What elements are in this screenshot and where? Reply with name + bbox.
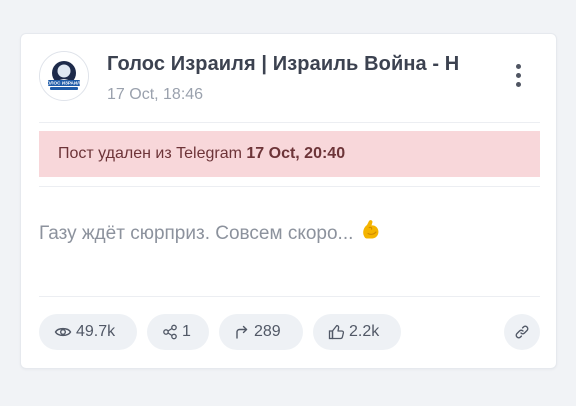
banner-divider	[39, 186, 540, 187]
deleted-at-time: 17 Oct, 20:40	[246, 145, 346, 162]
avatar-lettering: ГОЛОС ИЗРАИЛЯ	[44, 80, 83, 85]
deleted-notice-banner: Пост удален из Telegram 17 Oct, 20:40	[39, 131, 540, 177]
forwards-pill[interactable]: 289	[219, 314, 303, 350]
deleted-notice-text: Пост удален из Telegram	[58, 145, 242, 162]
channel-title[interactable]: Голос Израиля | Израиль Война - Н	[107, 53, 502, 76]
forward-arrow-icon	[236, 325, 248, 339]
forwards-count: 289	[254, 323, 281, 340]
post-header: ГОЛОС ИЗРАИЛЯ Голос Израиля | Израиль Во…	[21, 34, 556, 122]
eye-icon	[54, 327, 72, 337]
views-count: 49.7k	[76, 323, 116, 340]
header-divider	[39, 122, 540, 123]
post-body: Газу ждёт сюрприз. Совсем скоро...	[39, 218, 383, 248]
copy-link-button[interactable]	[504, 314, 540, 350]
reposts-count: 1	[182, 323, 191, 340]
views-pill[interactable]: 49.7k	[39, 314, 137, 350]
link-icon	[515, 325, 529, 339]
channel-avatar[interactable]: ГОЛОС ИЗРАИЛЯ	[39, 51, 89, 101]
flexed-biceps-emoji-icon	[359, 218, 383, 248]
thumbs-up-icon	[328, 324, 345, 340]
share-nodes-icon	[163, 324, 177, 340]
more-options-icon[interactable]	[510, 62, 528, 90]
post-text: Газу ждёт сюрприз. Совсем скоро...	[39, 223, 354, 244]
body-divider	[39, 296, 540, 297]
reposts-pill[interactable]: 1	[147, 314, 209, 350]
post-date: 17 Oct, 18:46	[107, 86, 204, 103]
reactions-pill[interactable]: 2.2k	[313, 314, 401, 350]
channel-logo-icon: ГОЛОС ИЗРАИЛЯ	[40, 52, 88, 100]
reactions-count: 2.2k	[349, 323, 380, 340]
post-card: ГОЛОС ИЗРАИЛЯ Голос Израиля | Израиль Во…	[20, 33, 557, 369]
